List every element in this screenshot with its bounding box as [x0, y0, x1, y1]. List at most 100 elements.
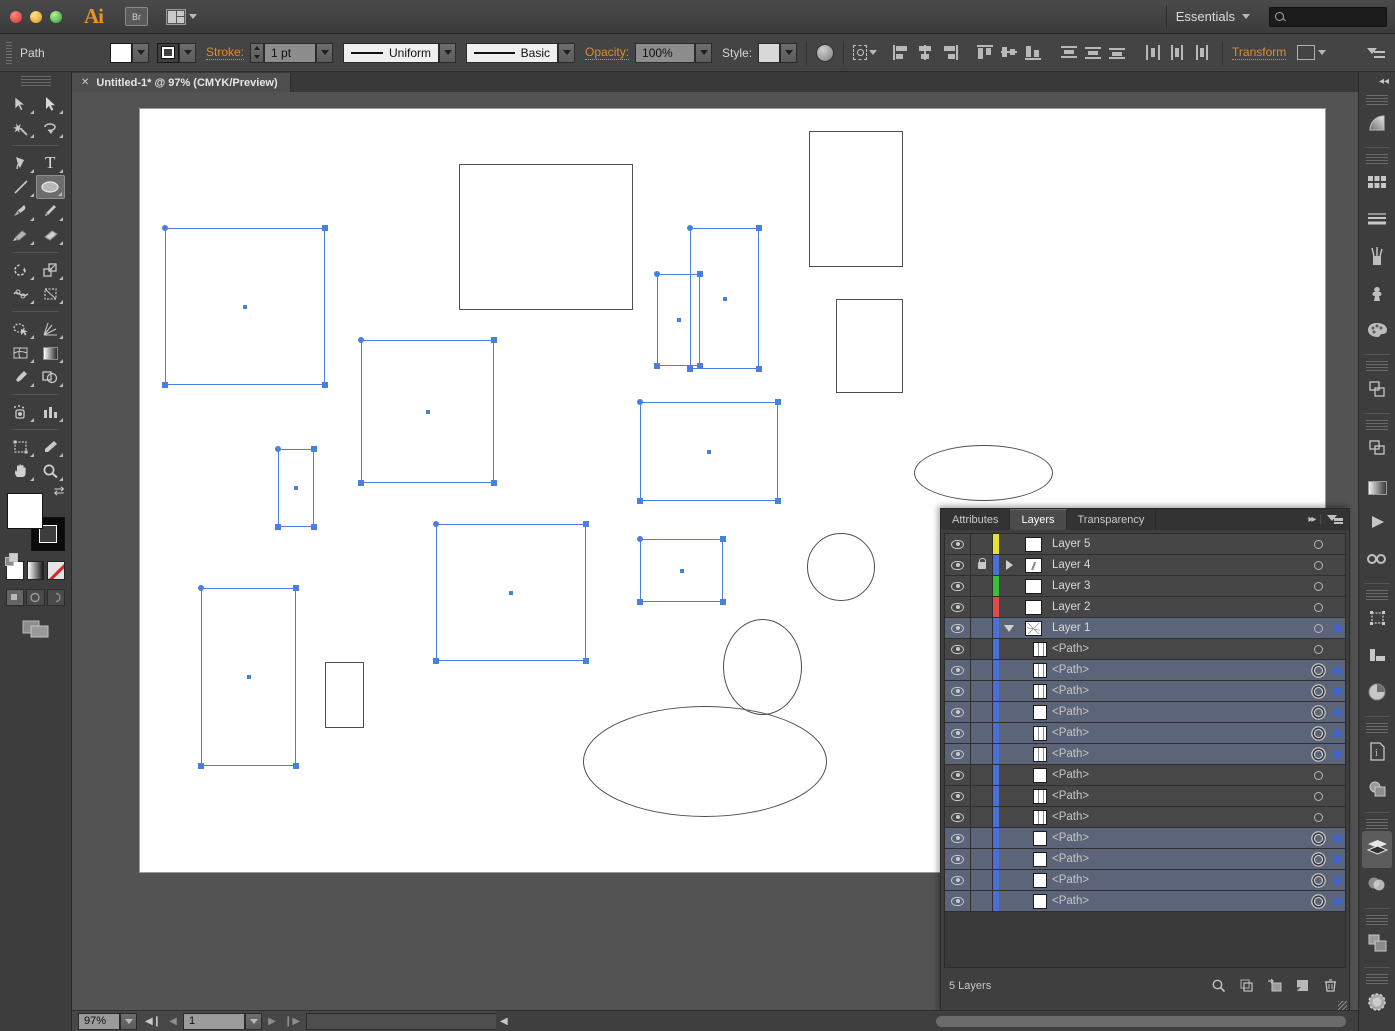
draw-behind-icon[interactable]	[26, 589, 45, 606]
toggle-visibility-button[interactable]	[945, 891, 971, 911]
distribute-bottom-button[interactable]	[1105, 42, 1129, 64]
document-tab[interactable]: ✕ Untitled-1* @ 97% (CMYK/Preview)	[72, 72, 291, 93]
artboard-tool[interactable]	[6, 435, 36, 459]
toggle-visibility-button[interactable]	[945, 870, 971, 890]
dock-color-panel[interactable]	[1359, 314, 1395, 351]
layer-name[interactable]: <Path>	[1047, 811, 1307, 823]
path-ellipse-3[interactable]	[723, 619, 802, 715]
stroke-color-swatch[interactable]	[157, 42, 179, 63]
selection-anchor[interactable]	[162, 225, 168, 231]
toggle-lock-button[interactable]	[971, 681, 993, 701]
target-indicator[interactable]	[1307, 623, 1329, 633]
dock-appearance-panel[interactable]	[1359, 676, 1395, 713]
target-indicator[interactable]	[1307, 833, 1329, 843]
layer-name[interactable]: Layer 1	[1047, 622, 1307, 634]
selection-anchor[interactable]	[697, 363, 703, 369]
brush-definition-select[interactable]: Basic	[466, 42, 559, 63]
stroke-weight-dropdown[interactable]	[316, 42, 334, 63]
toggle-visibility-button[interactable]	[945, 807, 971, 827]
locate-object-button[interactable]	[1210, 977, 1227, 994]
dock-animation-panel[interactable]	[1359, 506, 1395, 543]
graphic-style-swatch[interactable]	[758, 42, 781, 63]
dock-layers-panel[interactable]	[1362, 831, 1392, 868]
zoom-tool[interactable]	[36, 459, 66, 483]
target-indicator[interactable]	[1307, 896, 1329, 906]
selection-anchor[interactable]	[311, 524, 317, 530]
stroke-weight-stepper[interactable]	[250, 42, 265, 63]
target-indicator[interactable]	[1307, 560, 1329, 570]
control-bar-grip[interactable]	[6, 41, 12, 64]
distribute-top-button[interactable]	[1057, 42, 1081, 64]
selection-anchor[interactable]	[491, 480, 497, 486]
tab-attributes[interactable]: Attributes	[941, 509, 1011, 530]
layer-path-row[interactable]: <Path>	[945, 786, 1345, 807]
transform-options-button[interactable]	[1294, 42, 1318, 64]
selection-anchor[interactable]	[775, 399, 781, 405]
draw-inside-icon[interactable]	[46, 589, 65, 606]
make-clipping-mask-button[interactable]	[1238, 977, 1255, 994]
type-tool[interactable]: T	[36, 151, 66, 175]
dock-group-grip[interactable]	[1366, 95, 1388, 105]
path-rect-12[interactable]	[836, 299, 903, 393]
previous-artboard-button[interactable]: ◀	[163, 1013, 183, 1030]
path-rect-11[interactable]	[809, 131, 903, 267]
path-rect-10[interactable]	[459, 164, 633, 310]
toggle-visibility-button[interactable]	[945, 786, 971, 806]
first-artboard-button[interactable]: ◀❙	[143, 1013, 163, 1030]
draw-normal-icon[interactable]	[6, 589, 25, 606]
selection-anchor[interactable]	[491, 337, 497, 343]
toggle-visibility-button[interactable]	[945, 828, 971, 848]
opacity-input[interactable]: 100%	[635, 42, 696, 63]
dock-group-grip[interactable]	[1366, 420, 1388, 430]
collapse-panel-icon[interactable]: ▸▸	[1308, 514, 1316, 525]
toggle-lock-button[interactable]	[971, 786, 993, 806]
path-rect-7[interactable]	[654, 271, 703, 369]
minimize-window-button[interactable]	[30, 10, 42, 23]
target-indicator[interactable]	[1307, 686, 1329, 696]
selection-anchor[interactable]	[583, 658, 589, 664]
align-top-button[interactable]	[973, 42, 997, 64]
toggle-visibility-button[interactable]	[945, 639, 971, 659]
layer-path-row[interactable]: <Path>	[945, 765, 1345, 786]
layer-path-row[interactable]: <Path>	[945, 639, 1345, 660]
hand-tool[interactable]	[6, 459, 36, 483]
path-rect-6[interactable]	[687, 225, 762, 372]
toggle-lock-button[interactable]	[971, 765, 993, 785]
toggle-lock-button[interactable]	[971, 723, 993, 743]
magic-wand-tool[interactable]	[6, 116, 36, 140]
toggle-visibility-button[interactable]	[945, 534, 971, 554]
ellipse-tool[interactable]	[35, 175, 65, 199]
path-rect-13[interactable]	[325, 662, 364, 728]
path-rect-8[interactable]	[637, 399, 781, 504]
align-bottom-button[interactable]	[1021, 42, 1045, 64]
layer-name[interactable]: <Path>	[1047, 853, 1307, 865]
delete-selection-button[interactable]	[1322, 977, 1339, 994]
expand-layer-button[interactable]	[999, 624, 1019, 632]
selection-anchor[interactable]	[311, 446, 317, 452]
blend-tool[interactable]	[36, 365, 66, 389]
opacity-label[interactable]: Opacity:	[585, 45, 630, 60]
layers-panel-menu-button[interactable]	[1327, 514, 1343, 526]
panel-resize-handle[interactable]	[1338, 1001, 1347, 1010]
direct-selection-tool[interactable]	[36, 92, 66, 116]
selection-anchor[interactable]	[275, 446, 281, 452]
stroke-profile-select[interactable]: Uniform	[343, 42, 440, 63]
target-indicator[interactable]	[1307, 791, 1329, 801]
dock-links-panel[interactable]	[1359, 543, 1395, 580]
width-tool[interactable]	[6, 282, 36, 306]
selection-anchor[interactable]	[637, 536, 643, 542]
dock-group-grip[interactable]	[1366, 154, 1388, 164]
dock-brushes-panel[interactable]	[1359, 240, 1395, 277]
last-artboard-button[interactable]: ❙▶	[282, 1013, 302, 1030]
layer-path-row[interactable]: <Path>	[945, 849, 1345, 870]
layer-path-row[interactable]: <Path>	[945, 891, 1345, 912]
selection-indicator[interactable]	[1329, 750, 1345, 758]
dock-stroke-panel[interactable]	[1359, 203, 1395, 240]
column-graph-tool[interactable]	[36, 400, 66, 424]
artboard-number-input[interactable]: 1	[183, 1012, 245, 1030]
dock-transform-panel[interactable]	[1359, 602, 1395, 639]
toggle-visibility-button[interactable]	[945, 765, 971, 785]
selection-anchor[interactable]	[687, 366, 693, 372]
horizontal-scroll-thumb[interactable]	[936, 1015, 1346, 1027]
layer-row[interactable]: Layer 2	[945, 597, 1345, 618]
